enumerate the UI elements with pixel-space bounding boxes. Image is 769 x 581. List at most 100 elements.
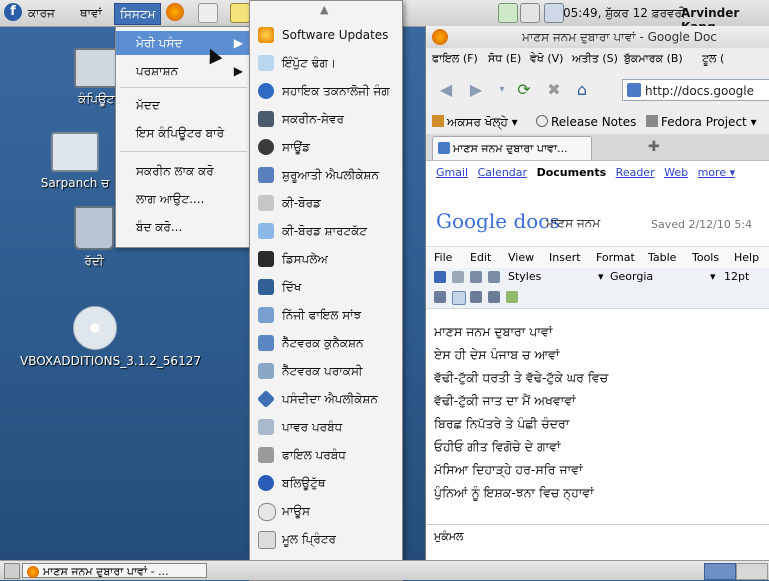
mail-icon[interactable] bbox=[198, 3, 218, 23]
align-center-icon[interactable] bbox=[470, 291, 482, 303]
pref-sound[interactable]: ਸਾਊਂਡ bbox=[250, 135, 402, 159]
workspace-1[interactable] bbox=[704, 563, 736, 580]
docs-menu-insert[interactable]: Insert bbox=[549, 247, 581, 269]
logo-text: Google docs bbox=[436, 209, 560, 233]
submenu-arrow-icon: ▶ bbox=[233, 36, 243, 50]
menu-view[interactable]: ਵੇਖੋ (V) bbox=[530, 48, 563, 70]
clock[interactable]: 05:49, ਸ਼ੁੱਕਰ 12 ਫ਼ਰਵਰੀ bbox=[563, 6, 686, 21]
back-icon[interactable]: ◀ bbox=[436, 80, 456, 100]
volume-icon[interactable] bbox=[520, 3, 540, 23]
home-icon[interactable]: ⌂ bbox=[572, 80, 592, 100]
document-title[interactable]: ਮਾਣਸ ਜਨਮ bbox=[546, 216, 600, 231]
system-menu-log-out[interactable]: ਲਾਗ ਆਉਟ.... bbox=[116, 187, 251, 211]
system-menu-about-computer[interactable]: ਇਸ ਕੰਪਿਊਟਰ ਬਾਰੇ bbox=[116, 121, 251, 145]
show-desktop-icon[interactable] bbox=[4, 563, 20, 579]
google-docs-logo[interactable]: Google docs bbox=[436, 209, 560, 233]
pref-appearance[interactable]: ਦਿੱਖ bbox=[250, 275, 402, 299]
pref-bluetooth[interactable]: ਬਲਿਊਟੁੱਥ bbox=[250, 471, 402, 495]
places-menu[interactable]: ਥਾਵਾਂ bbox=[80, 3, 102, 23]
align-left-icon[interactable] bbox=[452, 291, 466, 305]
menu-history[interactable]: ਅਤੀਤ (S) bbox=[572, 48, 618, 70]
bookmark-fedora-project[interactable]: Fedora Project ▾ bbox=[646, 110, 757, 134]
screensaver-icon bbox=[258, 111, 274, 127]
system-menu-preferences[interactable]: ਮੇਰੀ ਪਸੰਦ ▶ bbox=[116, 31, 251, 55]
styles-dropdown[interactable]: Styles bbox=[508, 270, 541, 283]
notes-icon[interactable] bbox=[230, 3, 250, 23]
reader-link[interactable]: Reader bbox=[616, 166, 655, 179]
align-right-icon[interactable] bbox=[488, 291, 500, 303]
spellcheck-icon[interactable] bbox=[506, 291, 518, 303]
font-dropdown[interactable]: Georgia bbox=[610, 270, 653, 283]
pref-display[interactable]: ਡਿਸਪਲੇਅ bbox=[250, 247, 402, 271]
document-body[interactable]: ਮਾਣਸ ਜਨਮ ਦੁਬਾਰਾ ਪਾਵਾਂ ਏਸ ਹੀ ਦੇਸ ਪੰਜਾਬ ਚ … bbox=[434, 320, 608, 504]
pref-file-management[interactable]: ਫਾਇਲ ਪਰਬੰਧ bbox=[250, 443, 402, 467]
stop-icon[interactable]: ✖ bbox=[544, 80, 564, 100]
calendar-link[interactable]: Calendar bbox=[478, 166, 527, 179]
redo-icon[interactable] bbox=[488, 271, 500, 283]
docs-menu-file[interactable]: File bbox=[434, 247, 452, 269]
system-menu-help[interactable]: ਮੱਦਦ bbox=[116, 93, 251, 117]
pref-keyboard[interactable]: ਕੀ-ਬੋਰਡ bbox=[250, 191, 402, 215]
display-icon[interactable] bbox=[544, 3, 564, 23]
web-link[interactable]: Web bbox=[664, 166, 688, 179]
menu-edit[interactable]: ਸੋਧ (E) bbox=[488, 48, 521, 70]
menu-bookmarks[interactable]: ਬੁੱਕਮਾਰਕ (B) bbox=[624, 48, 683, 70]
pref-preferred-applications[interactable]: ਪਸੰਦੀਦਾ ਐਪਲੀਕੇਸ਼ਨ bbox=[250, 387, 402, 411]
workspace-2[interactable] bbox=[736, 563, 768, 580]
documents-link[interactable]: Documents bbox=[537, 166, 607, 179]
system-menu-lock-screen[interactable]: ਸਕਰੀਨ ਲਾਕ ਕਰੋ bbox=[116, 159, 251, 183]
pref-personal-file-sharing[interactable]: ਨਿੱਜੀ ਫਾਇਲ ਸਾਂਝ bbox=[250, 303, 402, 327]
gmail-link[interactable]: Gmail bbox=[436, 166, 468, 179]
poem-line: ਪੁੰਨਿਆਂ ਨੂੰ ਇਸ਼ਕ-ਝਨਾ ਵਿਚ ਨ੍ਹਾਵਾਂ bbox=[434, 485, 594, 500]
pref-assistive-technology[interactable]: ਸਹਾਇਕ ਤਕਨਾਲੋਜੀ ਜੰਗ bbox=[250, 79, 402, 103]
desktop-icon-cd[interactable]: VBOXADDITIONS_3.1.2_56127 bbox=[20, 306, 201, 368]
scroll-up-icon[interactable]: ▲ bbox=[320, 3, 328, 16]
pref-default-printer[interactable]: ਮੂਲ ਪ੍ਰਿੰਟਰ bbox=[250, 527, 402, 551]
docs-menu-tools[interactable]: Tools bbox=[692, 247, 719, 269]
pref-network-proxy[interactable]: ਨੈੱਟਵਰਕ ਪਰਾਕਸੀ bbox=[250, 359, 402, 383]
docs-menu-format[interactable]: Format bbox=[596, 247, 635, 269]
system-menu-administration[interactable]: ਪਰਸ਼ਾਸ਼ਨ ▶ bbox=[116, 59, 251, 83]
docs-menu-help[interactable]: Help bbox=[734, 247, 759, 269]
docs-menu-table[interactable]: Table bbox=[648, 247, 676, 269]
pref-mouse[interactable]: ਮਾਊਸ bbox=[250, 499, 402, 523]
history-dropdown-icon[interactable]: ▾ bbox=[492, 80, 512, 100]
tab-active[interactable]: ਮਾਣਸ ਜਨਮ ਦੁਬਾਰਾ ਪਾਵਾ... bbox=[432, 136, 592, 160]
firefox-icon[interactable] bbox=[166, 3, 184, 21]
pref-software-updates[interactable]: Software Updates bbox=[250, 23, 402, 47]
network-icon[interactable] bbox=[498, 3, 518, 23]
font-dropdown-arrow-icon[interactable]: ▾ bbox=[710, 270, 716, 283]
indent-icon[interactable] bbox=[434, 291, 446, 303]
window-title-bar[interactable]: ਮਾਣਸ ਜਨਮ ਦੁਬਾਰਾ ਪਾਵਾਂ - Google Doc bbox=[426, 26, 769, 49]
size-dropdown[interactable]: 12pt bbox=[724, 270, 749, 283]
reload-icon[interactable]: ⟳ bbox=[514, 80, 534, 100]
desktop-icon-home[interactable]: Sarpanch ਚ bbox=[20, 132, 130, 191]
menu-file[interactable]: ਫਾਇਲ (F) bbox=[432, 48, 478, 70]
url-field[interactable]: http://docs.google bbox=[622, 79, 769, 101]
bookmark-release-notes[interactable]: Release Notes bbox=[536, 110, 636, 134]
print-icon[interactable] bbox=[452, 271, 464, 283]
pref-startup-applications[interactable]: ਸ਼ੁਰੂਆਤੀ ਐਪਲੀਕੇਸ਼ਨ bbox=[250, 163, 402, 187]
applications-menu[interactable]: ਕਾਰਜ bbox=[28, 3, 55, 23]
docs-menu-view[interactable]: View bbox=[508, 247, 534, 269]
system-menu-shut-down[interactable]: ਬੰਦ ਕਰੋ... bbox=[116, 215, 251, 239]
docs-menu-edit[interactable]: Edit bbox=[470, 247, 491, 269]
pref-power-management[interactable]: ਪਾਵਰ ਪਰਬੰਧ bbox=[250, 415, 402, 439]
more-link[interactable]: more ▾ bbox=[698, 166, 736, 179]
new-tab-icon[interactable]: ✚ bbox=[648, 139, 660, 155]
styles-dropdown-arrow-icon[interactable]: ▾ bbox=[598, 270, 604, 283]
pref-keyboard-shortcuts[interactable]: ਕੀ-ਬੋਰਡ ਸ਼ਾਰਟਕੱਟ bbox=[250, 219, 402, 243]
fedora-logo-icon[interactable]: f bbox=[4, 3, 22, 21]
taskbar-item-browser[interactable]: ਮਾਣਸ ਜਨਮ ਦੁਬਾਰਾ ਪਾਵਾਂ - ... bbox=[22, 563, 207, 578]
pref-screensaver[interactable]: ਸਕਰੀਨ-ਸੇਵਰ bbox=[250, 107, 402, 131]
menu-tools[interactable]: ਟੂਲ ( bbox=[702, 48, 724, 70]
pref-input-method[interactable]: ਇੰਪੁੱਟ ਢੰਗ। bbox=[250, 51, 402, 75]
poem-line: ਮੱਸਿਆ ਦਿਹਾੜ੍ਹੇ ਹਰ-ਸਰਿ ਜਾਵਾਂ bbox=[434, 462, 583, 477]
undo-icon[interactable] bbox=[470, 271, 482, 283]
system-menu[interactable]: ਸਿਸਟਮ bbox=[114, 3, 162, 25]
bookmark-most-visited[interactable]: ਅਕਸਰ ਖੋਲ੍ਹੇ ▾ bbox=[432, 110, 518, 134]
network-proxy-icon bbox=[258, 363, 274, 379]
pref-network-connections[interactable]: ਨੈੱਟਵਰਕ ਕੁਨੈਕਸ਼ਨ bbox=[250, 331, 402, 355]
forward-icon[interactable]: ▶ bbox=[466, 80, 486, 100]
save-icon[interactable] bbox=[434, 271, 446, 283]
